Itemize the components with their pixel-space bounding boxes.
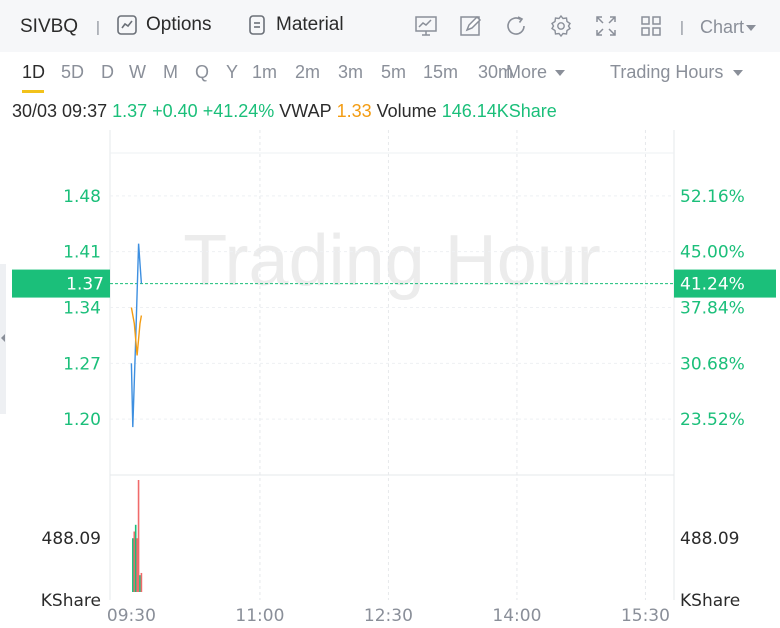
intraday-chart[interactable]: Trading Hour 09:30 11:00 12:30 14:00 15:30 1.4…: [0, 0, 780, 628]
y-tick-label-pct: 45.00%: [680, 243, 745, 263]
x-tick-label: 14:00: [492, 606, 541, 626]
y-tick-label-pct: 37.84%: [680, 299, 745, 319]
x-tick-label: 11:00: [235, 606, 284, 626]
x-tick-label: 15:30: [621, 606, 670, 626]
volume-bar: [136, 538, 138, 592]
y-tick-label-pct: 30.68%: [680, 354, 745, 374]
y-tick-label-price: 1.48: [63, 187, 101, 207]
x-tick-label: 09:30: [107, 606, 156, 626]
y-tick-label-price: 1.27: [63, 354, 101, 374]
x-tick-label: 12:30: [364, 606, 413, 626]
y-tick-label-pct: 23.52%: [680, 410, 745, 430]
chart-watermark: Trading Hour: [183, 221, 601, 301]
current-price-tag-text: 1.37: [66, 275, 104, 295]
volume-axis-label-right: 488.09: [680, 529, 739, 549]
volume-bar: [134, 524, 137, 592]
y-tick-label-price: 1.41: [63, 243, 101, 263]
volume-unit-right: KShare: [680, 591, 740, 611]
volume-bar: [132, 538, 134, 592]
y-tick-label-price: 1.20: [63, 410, 101, 430]
volume-unit-left: KShare: [41, 591, 101, 611]
y-tick-label-pct: 52.16%: [680, 187, 745, 207]
volume-bar: [140, 572, 143, 592]
current-pct-tag-text: 41.24%: [680, 275, 745, 295]
volume-bar: [139, 575, 141, 592]
volume-bar: [133, 531, 136, 592]
volume-bar: [137, 480, 140, 592]
volume-axis-label-left: 488.09: [42, 529, 101, 549]
y-tick-label-price: 1.34: [63, 299, 101, 319]
price-series-line: [130, 243, 143, 428]
